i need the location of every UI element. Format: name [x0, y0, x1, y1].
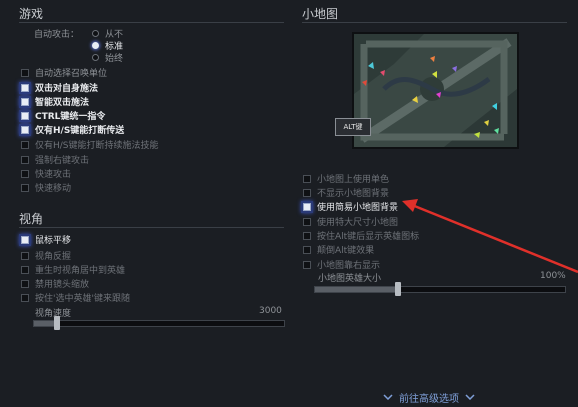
- hero-size-label: 小地图英雄大小: [318, 274, 382, 284]
- option-label: 颠倒Alt键效果: [317, 246, 375, 256]
- option-double-tap-self-cast[interactable]: 双击对自身施法: [21, 81, 98, 94]
- option-label: 小地图靠右显示: [317, 261, 381, 271]
- option-label: 仅有H/S键能打断持续施法技能: [35, 141, 159, 151]
- option-label: 重生时视角居中到英雄: [35, 266, 126, 276]
- checkbox[interactable]: [303, 217, 311, 226]
- checkbox[interactable]: [21, 265, 29, 274]
- checkbox[interactable]: [21, 155, 29, 164]
- option-hs-interrupt-tp[interactable]: 仅有H/S键能打断传送: [21, 123, 124, 136]
- checkbox[interactable]: [303, 260, 311, 269]
- option-label: 使用简易小地图背景: [317, 203, 399, 213]
- option-label: 按住'选中英雄'键来跟随: [35, 294, 130, 304]
- option-hold-select-follow[interactable]: 按住'选中英雄'键来跟随: [21, 291, 130, 304]
- radio-standard[interactable]: [92, 42, 99, 49]
- minimap-section-title: 小地图: [302, 7, 339, 21]
- checkbox[interactable]: [21, 293, 29, 302]
- option-hs-interrupt-channel[interactable]: 仅有H/S键能打断持续施法技能: [21, 138, 159, 151]
- option-hide-minimap-bg[interactable]: 不显示小地图背景: [303, 186, 389, 199]
- option-invert-alt[interactable]: 颠倒Alt键效果: [303, 243, 374, 256]
- checkbox[interactable]: [21, 68, 29, 77]
- option-mouse-pan[interactable]: 鼠标平移: [21, 233, 71, 246]
- autoattack-label: 自动攻击：: [34, 30, 80, 40]
- checkbox[interactable]: [303, 231, 311, 240]
- hero-size-fill: [315, 287, 398, 292]
- checkbox[interactable]: [303, 245, 311, 254]
- checkbox[interactable]: [21, 279, 29, 288]
- chevron-down-icon: [465, 392, 475, 403]
- option-label: 禁用镜头缩放: [35, 280, 90, 290]
- checkbox[interactable]: [21, 169, 29, 178]
- option-auto-select-summons[interactable]: 自动选择召唤单位: [21, 66, 107, 79]
- hero-size-value: 100%: [540, 271, 566, 281]
- option-label: 使用特大尺寸小地图: [317, 218, 399, 228]
- hero-size-knob[interactable]: [394, 282, 401, 296]
- checkbox[interactable]: [21, 235, 29, 244]
- advanced-options-label: 前往高级选项: [399, 394, 459, 405]
- option-label: 不显示小地图背景: [317, 189, 390, 199]
- option-alt-show-hero-icons[interactable]: 按住Alt键后显示英雄图标: [303, 229, 419, 242]
- option-smart-double-tap[interactable]: 智能双击施法: [21, 95, 89, 108]
- checkbox[interactable]: [21, 183, 29, 192]
- checkbox[interactable]: [21, 83, 29, 92]
- minimap-section-rule: [302, 22, 567, 23]
- radio-always[interactable]: [92, 54, 99, 61]
- checkbox[interactable]: [21, 140, 29, 149]
- option-label: 鼠标平移: [35, 236, 72, 246]
- option-minimap-monochrome[interactable]: 小地图上使用单色: [303, 172, 389, 185]
- minimap-preview: [352, 32, 519, 149]
- checkbox[interactable]: [21, 97, 29, 106]
- camera-section-title: 视角: [19, 212, 44, 226]
- hero-size-slider[interactable]: [314, 282, 566, 296]
- option-label: CTRL键统一指令: [35, 112, 106, 122]
- option-label: 强制右键攻击: [35, 156, 90, 166]
- chevron-down-icon: [383, 392, 393, 403]
- option-label: 双击对自身施法: [35, 84, 99, 94]
- option-label: 视角反握: [35, 252, 72, 262]
- option-quick-move[interactable]: 快速移动: [21, 181, 71, 194]
- checkbox[interactable]: [303, 188, 311, 197]
- option-simple-minimap-bg[interactable]: 使用简易小地图背景: [303, 200, 398, 213]
- camera-speed-value: 3000: [259, 306, 282, 316]
- checkbox[interactable]: [21, 125, 29, 134]
- option-label: 自动选择召唤单位: [35, 69, 108, 79]
- option-label: 快速攻击: [35, 170, 72, 180]
- option-label: 快速移动: [35, 184, 72, 194]
- checkbox[interactable]: [303, 202, 311, 211]
- option-disable-zoom[interactable]: 禁用镜头缩放: [21, 277, 89, 290]
- option-ctrl-unified-orders[interactable]: CTRL键统一指令: [21, 109, 105, 122]
- radio-never[interactable]: [92, 30, 99, 37]
- option-label: 仅有H/S键能打断传送: [35, 126, 125, 136]
- game-section-rule: [19, 22, 284, 23]
- minimap-image: [354, 34, 517, 147]
- camera-section-rule: [19, 227, 284, 228]
- game-section-title: 游戏: [19, 7, 44, 21]
- option-quick-attack[interactable]: 快速攻击: [21, 167, 71, 180]
- autoattack-option-always[interactable]: 始终: [92, 51, 123, 64]
- option-label: 智能双击施法: [35, 98, 90, 108]
- option-force-right-click[interactable]: 强制右键攻击: [21, 153, 89, 166]
- alt-key-badge: ALT键: [335, 118, 371, 136]
- checkbox[interactable]: [303, 174, 311, 183]
- option-label: 按住Alt键后显示英雄图标: [317, 232, 420, 242]
- camera-speed-slider[interactable]: [33, 316, 285, 330]
- option-label: 小地图上使用单色: [317, 175, 390, 185]
- radio-always-label: 始终: [105, 54, 124, 64]
- option-invert-camera[interactable]: 视角反握: [21, 249, 71, 262]
- camera-speed-knob[interactable]: [53, 316, 60, 330]
- option-extra-large-minimap[interactable]: 使用特大尺寸小地图: [303, 215, 398, 228]
- option-minimap-right[interactable]: 小地图靠右显示: [303, 258, 380, 271]
- advanced-options-link[interactable]: 前往高级选项: [383, 390, 475, 405]
- checkbox[interactable]: [21, 111, 29, 120]
- option-center-on-respawn[interactable]: 重生时视角居中到英雄: [21, 263, 125, 276]
- checkbox[interactable]: [21, 251, 29, 260]
